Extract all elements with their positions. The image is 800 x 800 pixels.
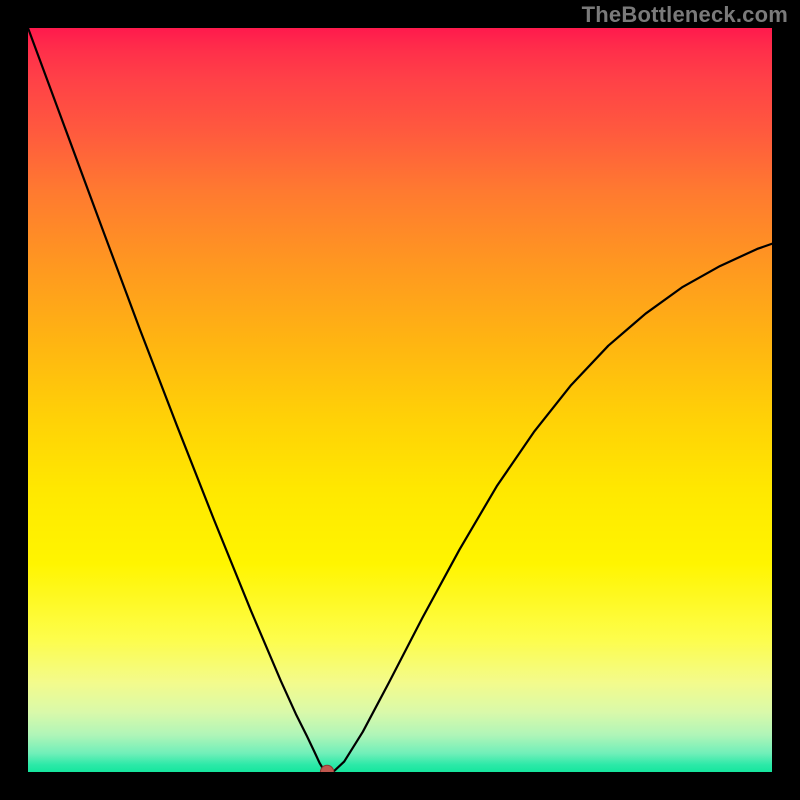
watermark-text: TheBottleneck.com [582, 2, 788, 28]
curve-layer [28, 28, 772, 772]
plot-frame [28, 28, 772, 772]
bottleneck-curve [28, 28, 772, 772]
plot-area [28, 28, 772, 772]
page-root: TheBottleneck.com [0, 0, 800, 800]
